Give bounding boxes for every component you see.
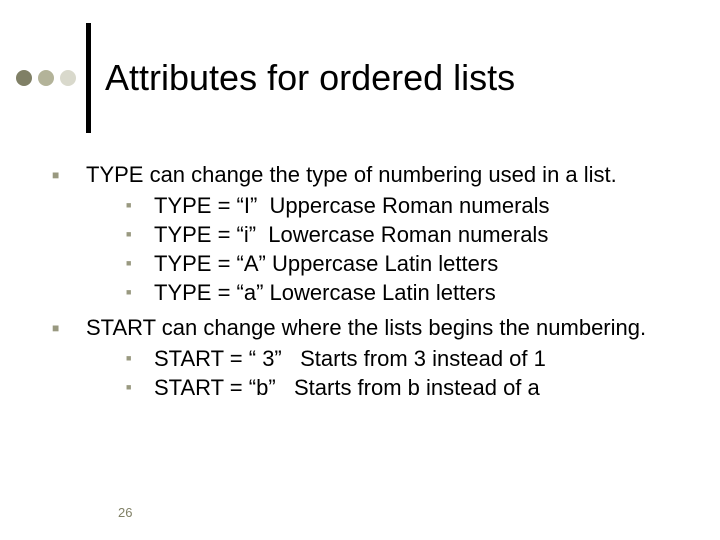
bullet-icon: ■ [126,191,154,212]
list-item-text: TYPE = “A” Uppercase Latin letters [154,249,690,278]
decorative-dots [16,70,76,86]
bullet-icon: ■ [126,373,154,394]
bullet-icon: ■ [126,344,154,365]
bullet-icon: ■ [52,313,86,342]
title-divider [86,23,91,133]
list-item-text: TYPE = “a” Lowercase Latin letters [154,278,690,307]
list-item: ■ START can change where the lists begin… [52,313,690,342]
bullet-icon: ■ [52,160,86,189]
list-item: ■ TYPE = “A” Uppercase Latin letters [126,249,690,278]
list-item-text: START = “b” Starts from b instead of a [154,373,690,402]
bullet-icon: ■ [126,220,154,241]
list-item: ■ TYPE = “a” Lowercase Latin letters [126,278,690,307]
list-item-text: TYPE can change the type of numbering us… [86,160,690,189]
list-item-text: START = “ 3” Starts from 3 instead of 1 [154,344,690,373]
slide: Attributes for ordered lists ■ TYPE can … [0,0,720,540]
sublist: ■ TYPE = “I” Uppercase Roman numerals ■ … [126,191,690,307]
list-item: ■ START = “ 3” Starts from 3 instead of … [126,344,690,373]
page-number: 26 [118,505,132,520]
bullet-icon: ■ [126,278,154,299]
list-item: ■ TYPE can change the type of numbering … [52,160,690,189]
list-item-text: START can change where the lists begins … [86,313,690,342]
dot-icon [60,70,76,86]
list-item: ■ START = “b” Starts from b instead of a [126,373,690,402]
sublist: ■ START = “ 3” Starts from 3 instead of … [126,344,690,402]
slide-body: ■ TYPE can change the type of numbering … [52,160,690,408]
list-item-text: TYPE = “i” Lowercase Roman numerals [154,220,690,249]
dot-icon [38,70,54,86]
bullet-icon: ■ [126,249,154,270]
dot-icon [16,70,32,86]
slide-title: Attributes for ordered lists [105,58,515,98]
list-item-text: TYPE = “I” Uppercase Roman numerals [154,191,690,220]
list-item: ■ TYPE = “I” Uppercase Roman numerals [126,191,690,220]
list-item: ■ TYPE = “i” Lowercase Roman numerals [126,220,690,249]
title-block: Attributes for ordered lists [16,28,700,128]
